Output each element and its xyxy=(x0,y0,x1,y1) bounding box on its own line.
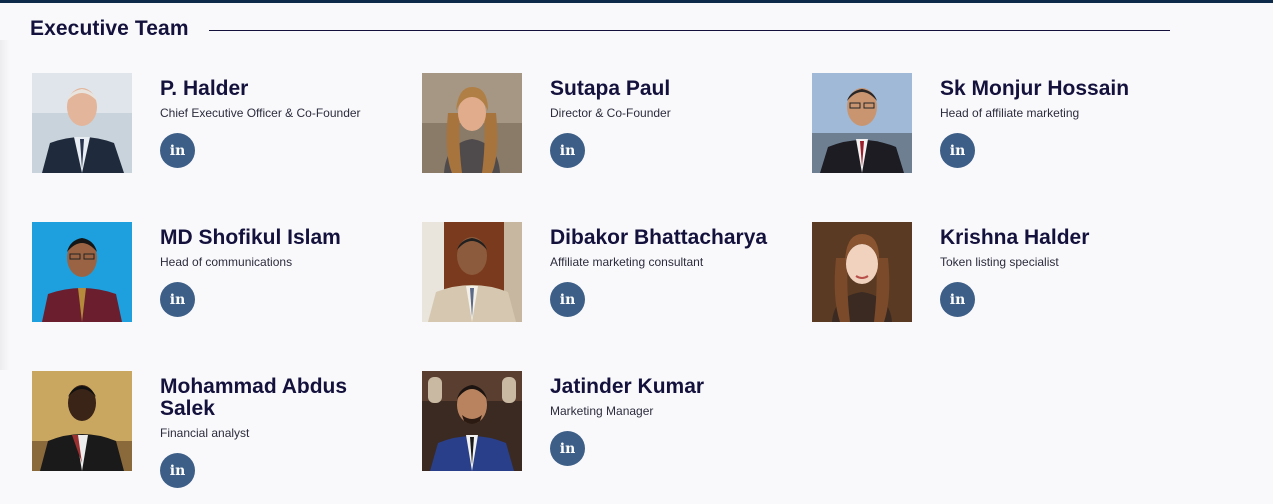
member-photo xyxy=(422,73,522,173)
member-role: Financial analyst xyxy=(160,426,250,440)
member-role: Chief Executive Officer & Co-Founder xyxy=(160,106,361,120)
member-name: Jatinder Kumar xyxy=(550,375,705,398)
member-role: Director & Co-Founder xyxy=(550,106,671,120)
team-member-card: Jatinder Kumar Marketing Manager in xyxy=(422,371,792,501)
team-member-card: Mohammad Abdus Salek Financial analyst i… xyxy=(32,371,402,501)
linkedin-icon[interactable]: in xyxy=(550,431,585,466)
linkedin-icon[interactable]: in xyxy=(160,282,195,317)
team-member-card: P. Halder Chief Executive Officer & Co-F… xyxy=(32,73,402,203)
linkedin-icon[interactable]: in xyxy=(940,133,975,168)
member-role: Head of affiliate marketing xyxy=(940,106,1080,120)
linkedin-icon[interactable]: in xyxy=(160,133,195,168)
team-member-card: MD Shofikul Islam Head of communications… xyxy=(32,222,402,352)
team-member-card: Sk Monjur Hossain Head of affiliate mark… xyxy=(812,73,1182,203)
member-name: MD Shofikul Islam xyxy=(160,226,341,249)
member-name: Mohammad Abdus Salek xyxy=(160,375,348,420)
member-role: Affiliate marketing consultant xyxy=(550,255,704,269)
section-divider xyxy=(208,29,1170,31)
member-photo xyxy=(812,73,912,173)
top-accent-bar xyxy=(0,0,1273,3)
member-role: Token listing specialist xyxy=(940,255,1059,269)
linkedin-icon[interactable]: in xyxy=(940,282,975,317)
team-member-card: Krishna Halder Token listing specialist … xyxy=(812,222,1182,352)
member-photo xyxy=(32,222,132,322)
member-name: Krishna Halder xyxy=(940,226,1090,249)
member-name: P. Halder xyxy=(160,77,249,100)
member-name: Sutapa Paul xyxy=(550,77,671,100)
linkedin-icon[interactable]: in xyxy=(550,282,585,317)
team-member-card: Dibakor Bhattacharya Affiliate marketing… xyxy=(422,222,792,352)
member-photo xyxy=(812,222,912,322)
member-role: Marketing Manager xyxy=(550,404,654,418)
member-photo xyxy=(32,73,132,173)
member-photo xyxy=(32,371,132,471)
section-header: Executive Team xyxy=(30,14,1170,44)
member-role: Head of communications xyxy=(160,255,293,269)
section-title: Executive Team xyxy=(30,17,189,40)
left-edge-shadow xyxy=(0,40,10,370)
member-name: Sk Monjur Hossain xyxy=(940,77,1130,100)
linkedin-icon[interactable]: in xyxy=(550,133,585,168)
linkedin-icon[interactable]: in xyxy=(160,453,195,488)
team-member-card: Sutapa Paul Director & Co-Founder in xyxy=(422,73,792,203)
member-photo xyxy=(422,371,522,471)
member-name: Dibakor Bhattacharya xyxy=(550,226,768,249)
member-photo xyxy=(422,222,522,322)
